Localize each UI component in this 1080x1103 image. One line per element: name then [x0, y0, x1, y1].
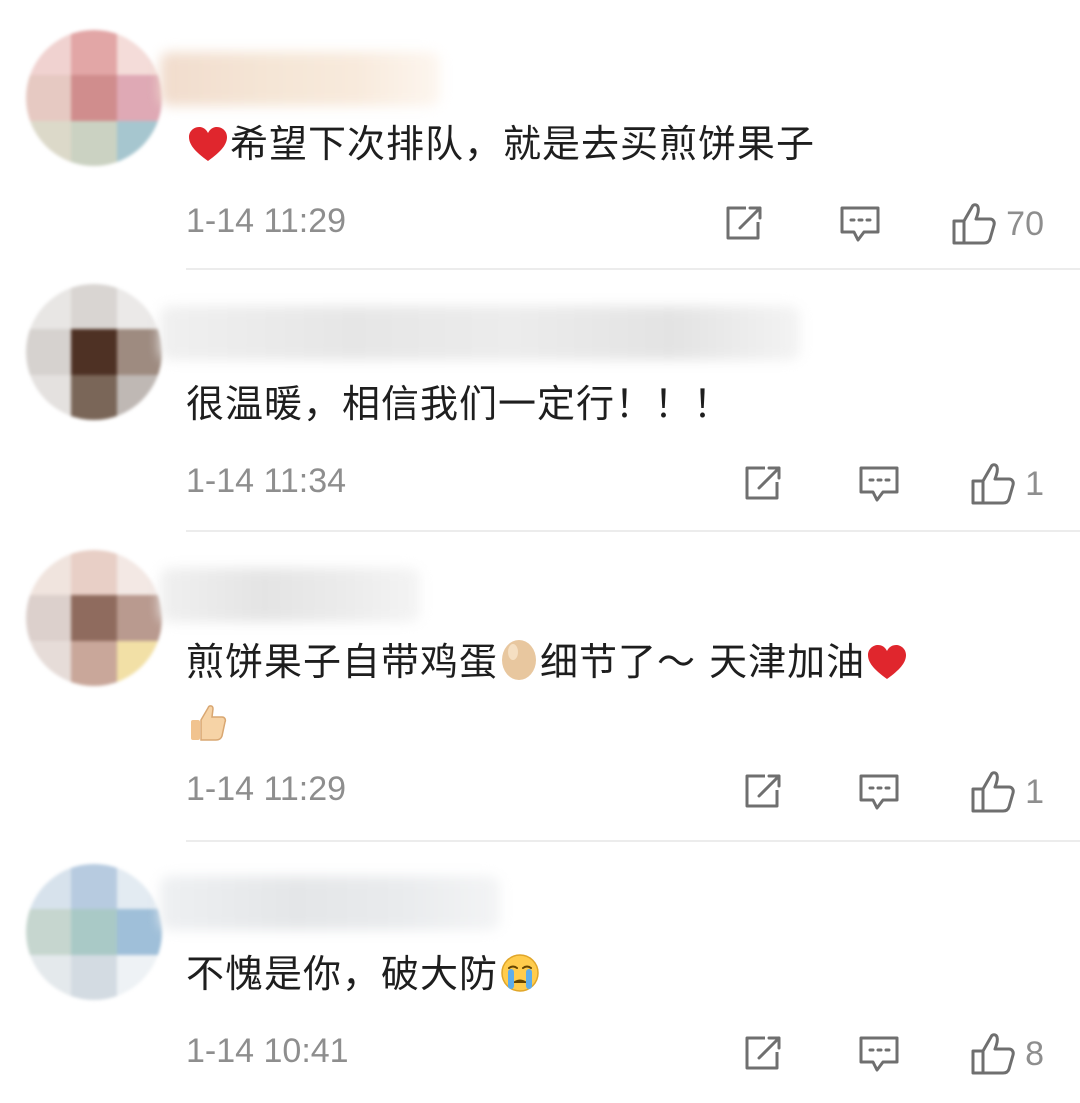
comment-item: 不愧是你，破大防 1-14 10:41 8: [0, 842, 1080, 1103]
username-blurred[interactable]: [160, 876, 500, 930]
thumbs-up-emoji: [188, 702, 228, 758]
thumbs-up-icon: [971, 771, 1015, 813]
comment-icon: [859, 774, 899, 810]
crying-emoji: [500, 952, 540, 1008]
thumbs-up-icon: [971, 1033, 1015, 1075]
like-button[interactable]: 1: [969, 461, 1044, 507]
comment-actions: 1: [741, 454, 1044, 514]
share-icon: [745, 466, 781, 500]
username-blurred[interactable]: [160, 568, 420, 622]
comment-actions: 1: [741, 762, 1044, 822]
share-button[interactable]: [741, 464, 785, 504]
comment-item: 很温暖，相信我们一定行！！！ 1-14 11:34 1: [0, 270, 1080, 532]
avatar[interactable]: [26, 864, 162, 1000]
avatar[interactable]: [26, 284, 162, 420]
reply-button[interactable]: [838, 204, 882, 244]
reply-button[interactable]: [857, 1034, 901, 1074]
share-icon: [745, 1036, 781, 1070]
share-button[interactable]: [722, 204, 766, 244]
reply-button[interactable]: [857, 772, 901, 812]
comment-meta: 1-14 11:29 70: [186, 194, 1044, 254]
comment-meta: 1-14 10:41 8: [186, 1024, 1044, 1084]
comment-text: 很温暖，相信我们一定行！！！: [186, 382, 733, 426]
share-button[interactable]: [741, 772, 785, 812]
like-button[interactable]: 8: [969, 1031, 1044, 1077]
comment-text: 煎饼果子自带鸡蛋 细节了～ 天津加油: [186, 634, 1020, 758]
share-icon: [745, 774, 781, 808]
egg-emoji: [500, 635, 538, 696]
comment-actions: 8: [741, 1024, 1044, 1084]
comment-actions: 70: [722, 194, 1044, 254]
comment-icon: [840, 206, 880, 242]
heart-emoji: [867, 640, 907, 696]
share-button[interactable]: [741, 1034, 785, 1074]
like-button[interactable]: 70: [950, 201, 1044, 247]
comment-icon: [859, 1036, 899, 1072]
username-blurred[interactable]: [160, 52, 440, 106]
like-count: 8: [1025, 1034, 1044, 1073]
like-count: 1: [1025, 772, 1044, 811]
comment-text: 不愧是你，破大防: [186, 946, 1020, 1008]
like-button[interactable]: 1: [969, 769, 1044, 815]
comment-time: 1-14 11:29: [186, 202, 347, 240]
avatar[interactable]: [26, 550, 162, 686]
like-count: 70: [1006, 204, 1044, 243]
reply-button[interactable]: [857, 464, 901, 504]
share-icon: [726, 206, 762, 240]
comment-text: 希望下次排队，就是去买煎饼果子: [186, 116, 1020, 178]
like-count: 1: [1025, 464, 1044, 503]
comment-meta: 1-14 11:34 1: [186, 454, 1044, 514]
avatar[interactable]: [26, 30, 162, 166]
comment-time: 1-14 11:34: [186, 462, 347, 500]
username-blurred[interactable]: [160, 306, 800, 360]
heart-emoji: [188, 122, 228, 178]
comment-icon: [859, 466, 899, 502]
thumbs-up-icon: [971, 463, 1015, 505]
thumbs-up-icon: [952, 203, 996, 245]
comment-item: 希望下次排队，就是去买煎饼果子 1-14 11:29 70: [0, 0, 1080, 270]
comment-meta: 1-14 11:29 1: [186, 762, 1044, 822]
comment-time: 1-14 10:41: [186, 1032, 349, 1070]
comment-item: 煎饼果子自带鸡蛋 细节了～ 天津加油 1-14 11:29 1: [0, 532, 1080, 842]
comment-time: 1-14 11:29: [186, 770, 347, 808]
